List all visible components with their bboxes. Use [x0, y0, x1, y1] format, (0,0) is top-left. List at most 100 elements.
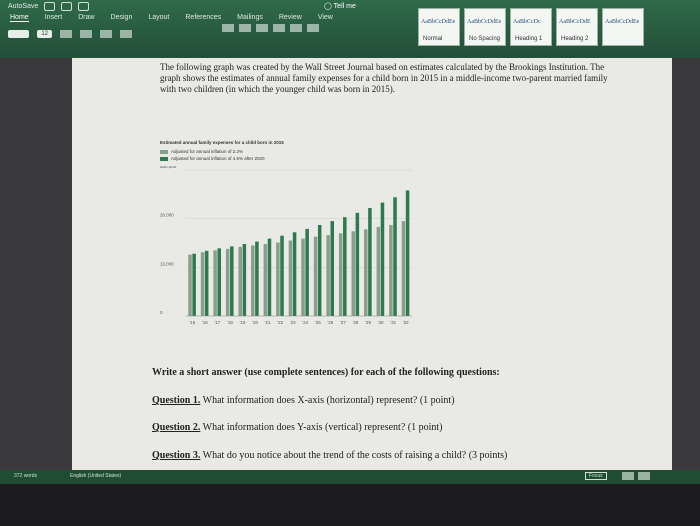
bar: [238, 246, 242, 316]
y-tick-label: $30,000: [160, 166, 177, 169]
bar: [326, 235, 330, 316]
ribbon: AutoSave Home Insert Draw Design Layout …: [0, 0, 700, 58]
print-layout-icon[interactable]: [622, 472, 634, 480]
question-3: Question 3. What do you notice about the…: [152, 450, 508, 461]
style-title[interactable]: AaBbCcDdEe: [602, 8, 644, 46]
x-tick-label: '22: [277, 320, 283, 325]
bar: [355, 212, 360, 316]
bar: [364, 229, 368, 316]
redo-icon[interactable]: [78, 2, 90, 11]
y-tick-label: 10,000: [160, 261, 174, 266]
style-heading-2[interactable]: AaBbCcDdE Heading 2: [556, 8, 598, 46]
font-size-box[interactable]: 12: [37, 30, 53, 38]
x-tick-label: '20: [252, 320, 258, 325]
bar: [301, 238, 305, 316]
question-2: Question 2. What information does Y-axis…: [152, 422, 443, 433]
bar: [288, 240, 293, 316]
bullets-icon[interactable]: [222, 24, 234, 32]
tab-draw[interactable]: Draw: [78, 14, 94, 22]
bar: [280, 235, 284, 316]
tab-home[interactable]: Home: [10, 14, 29, 22]
style-no-spacing[interactable]: AaBbCcDdEe No Spacing: [464, 8, 506, 46]
x-tick-label: '28: [353, 320, 359, 325]
numbering-icon[interactable]: [239, 24, 251, 32]
x-tick-label: '18: [227, 320, 233, 325]
font-name-box[interactable]: [8, 30, 30, 38]
y-tick-label: 20,000: [160, 213, 174, 218]
bar: [338, 233, 343, 316]
legend-label: Adjusted for annual inflation of 4.5% af…: [171, 156, 265, 161]
x-tick-label: '29: [365, 320, 371, 325]
lightbulb-icon: ◯: [324, 3, 332, 10]
bar: [401, 221, 406, 316]
y-tick-label: 0: [160, 310, 163, 315]
tab-references[interactable]: References: [185, 14, 221, 22]
bar: [242, 243, 247, 316]
tab-review[interactable]: Review: [279, 14, 302, 22]
x-tick-label: '30: [378, 320, 384, 325]
document-page[interactable]: The following graph was created by the W…: [72, 58, 672, 478]
bar: [389, 224, 393, 316]
view-switcher: [622, 472, 650, 480]
tell-me-search[interactable]: ◯ Tell me: [324, 2, 356, 10]
bar: [230, 246, 234, 316]
bar: [225, 248, 230, 316]
font-color-icon[interactable]: [120, 30, 133, 38]
style-normal[interactable]: AaBbCcDdEe Normal: [418, 8, 460, 46]
word-count[interactable]: 372 words: [14, 473, 37, 479]
pilcrow-icon[interactable]: [307, 24, 319, 32]
bar: [255, 241, 259, 316]
bar: [192, 253, 196, 316]
legend-item-inflation-4-5: Adjusted for annual inflation of 4.5% af…: [160, 156, 265, 161]
bar: [343, 217, 347, 316]
bar: [267, 238, 272, 316]
legend-item-inflation-2-2: Adjusted for annual inflation of 2.2%: [160, 149, 243, 154]
x-tick-label: '26: [327, 320, 333, 325]
chart-title: Estimated annual family expenses for a c…: [160, 140, 284, 145]
autosave-label[interactable]: AutoSave: [8, 3, 38, 10]
bar: [351, 231, 355, 316]
bar: [317, 224, 322, 316]
sort-icon[interactable]: [290, 24, 302, 32]
align-center-icon[interactable]: [273, 24, 285, 32]
bar: [217, 248, 222, 316]
bar: [313, 236, 318, 316]
language-indicator[interactable]: English (United States): [70, 473, 121, 479]
bar: [188, 254, 192, 316]
bar: [292, 232, 297, 316]
x-tick-label: '21: [265, 320, 271, 325]
tab-mailings[interactable]: Mailings: [237, 14, 263, 22]
styles-gallery: AaBbCcDdEe Normal AaBbCcDdEe No Spacing …: [418, 8, 644, 46]
italic-icon[interactable]: [80, 30, 93, 38]
web-layout-icon[interactable]: [638, 472, 650, 480]
document-area: The following graph was created by the W…: [0, 58, 700, 478]
x-tick-label: '15: [189, 320, 195, 325]
bar: [368, 207, 372, 316]
focus-button[interactable]: Focus: [585, 472, 607, 480]
align-left-icon[interactable]: [256, 24, 268, 32]
x-tick-label: '32: [403, 320, 409, 325]
tab-layout[interactable]: Layout: [148, 14, 169, 22]
undo-icon[interactable]: [61, 2, 73, 11]
tab-view[interactable]: View: [318, 14, 333, 22]
x-tick-label: '17: [214, 320, 220, 325]
bar: [200, 252, 205, 316]
bar: [305, 228, 309, 316]
save-icon[interactable]: [44, 2, 56, 11]
bar: [380, 202, 385, 316]
font-group: 12: [8, 30, 133, 38]
x-tick-label: '25: [315, 320, 321, 325]
chart-figure: Estimated annual family expenses for a c…: [160, 140, 430, 340]
bold-icon[interactable]: [60, 30, 73, 38]
status-bar: 372 words English (United States) Focus: [0, 470, 700, 484]
quick-access-toolbar: AutoSave: [8, 2, 90, 11]
bar: [330, 221, 335, 316]
bar: [405, 190, 410, 316]
bar: [213, 250, 217, 316]
style-heading-1[interactable]: AaBbCcDc Heading 1: [510, 8, 552, 46]
tab-insert[interactable]: Insert: [45, 14, 63, 22]
question-1: Question 1. What information does X-axis…: [152, 395, 455, 406]
tab-design[interactable]: Design: [111, 14, 133, 22]
underline-icon[interactable]: [100, 30, 113, 38]
x-tick-label: '19: [240, 320, 246, 325]
